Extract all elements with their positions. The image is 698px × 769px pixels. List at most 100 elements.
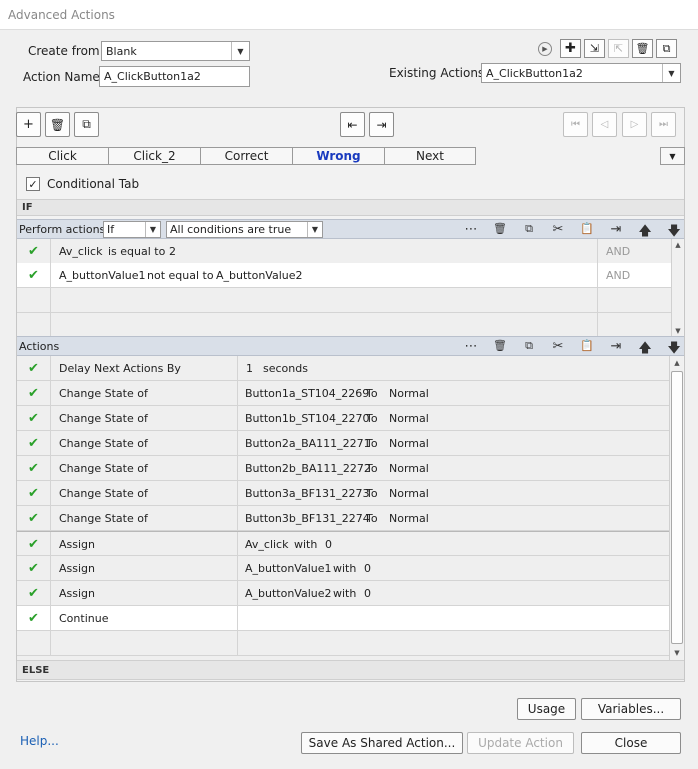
copy-action-row-icon[interactable]: ⧉ [520,339,538,353]
conditional-tab-checkbox[interactable]: ✓ [26,177,40,191]
paste-condition-icon[interactable]: 📋 [578,222,596,235]
existing-actions-value: A_ClickButton1a2 [486,67,583,80]
new-action-icon[interactable]: ✚ [560,39,581,58]
update-action-button[interactable]: Update Action [467,732,574,754]
import-action-icon[interactable]: ⇲ [584,39,605,58]
variables-button[interactable]: Variables... [581,698,681,720]
cut-action-row-icon[interactable]: ✂ [549,339,567,354]
delete-action-icon[interactable]: 🗑 [632,39,653,58]
preview-play-icon[interactable]: ▶ [538,42,552,56]
action-mid: To [366,462,378,475]
condition-row[interactable]: ✔ A_buttonValue1 not equal to A_buttonVa… [17,263,671,288]
action-value: Normal [389,387,429,400]
checkmark-icon: ✔ [17,381,51,405]
help-link[interactable]: Help... [20,734,59,748]
move-decision-left-icon[interactable]: ⇤ [340,112,365,137]
condition-left: A_buttonValue1 [59,269,146,282]
action-target: Button3a_BF131_2273 [245,487,370,500]
scroll-thumb[interactable] [671,371,683,644]
action-row[interactable]: ✔ Assign A_buttonValue2 with 0 [17,581,669,606]
empty-check-cell [17,631,51,655]
tabs-overflow-button[interactable]: ▼ [660,147,685,165]
close-button[interactable]: Close [581,732,681,754]
existing-actions-select[interactable]: A_ClickButton1a2 ▼ [481,63,681,83]
condition-row[interactable]: ✔ Av_click is equal to 2 AND [17,239,671,264]
action-row[interactable]: ✔ Continue [17,606,669,631]
next-decision-icon[interactable]: ▷ [622,112,647,137]
condition-left: Av_click [59,245,103,258]
delete-action-row-icon[interactable]: 🗑 [491,339,509,352]
paste-action-row-icon[interactable]: 📋 [578,339,596,352]
create-from-label: Create from: [28,44,104,58]
action-type: Assign [59,538,95,551]
action-mid: To [366,387,378,400]
action-type: Assign [59,562,95,575]
cut-condition-icon[interactable]: ✂ [549,222,567,237]
scroll-up-icon[interactable]: ▲ [672,239,684,251]
actions-scrollbar[interactable]: ▲ ▼ [669,356,683,660]
perform-mode-select[interactable]: If ▼ [103,221,161,238]
column-divider [237,406,238,430]
tab-correct[interactable]: Correct [200,147,293,165]
add-decision-icon[interactable]: + [16,112,41,137]
checkmark-icon: ✔ [17,406,51,430]
action-row[interactable]: ✔ Assign Av_click with 0 [17,531,669,556]
action-name-label: Action Name: [23,70,104,84]
action-row[interactable]: ✔ Change State of Button1a_ST104_2269 To… [17,381,669,406]
scroll-up-icon[interactable]: ▲ [670,357,684,369]
first-decision-icon[interactable]: ⏮ [563,112,588,137]
column-divider [597,239,598,263]
copy-condition-icon[interactable]: ⧉ [520,222,538,236]
conditions-scrollbar[interactable]: ▲ ▼ [671,239,683,337]
action-row[interactable]: ✔ Change State of Button1b_ST104_2270 To… [17,406,669,431]
insert-condition-icon[interactable]: ⋯ [462,222,480,237]
action-row-empty[interactable] [17,631,669,656]
actions-toolbar: Actions ⋯ 🗑 ⧉ ✂ 📋 ⇥ 🡅 🡇 [17,336,684,356]
action-type: Delay Next Actions By [59,362,181,375]
condition-logic: AND [606,245,631,258]
action-row[interactable]: ✔ Change State of Button2b_BA111_2272 To… [17,456,669,481]
tab-next[interactable]: Next [384,147,476,165]
action-type: Change State of [59,462,148,475]
insert-action-icon[interactable]: ⋯ [462,339,480,354]
copy-decision-icon[interactable]: ⧉ [74,112,99,137]
action-row[interactable]: ✔ Change State of Button2a_BA111_2271 To… [17,431,669,456]
duplicate-action-icon[interactable]: ⧉ [656,39,677,58]
else-section-header: ELSE [17,660,684,680]
export-action-icon[interactable]: ⇱ [608,39,629,58]
action-mid: with [294,538,318,551]
action-target: Button1a_ST104_2269 [245,387,370,400]
tab-wrong[interactable]: Wrong [292,147,385,165]
insert-row-icon[interactable]: ⇥ [607,222,625,237]
tab-click[interactable]: Click [16,147,109,165]
move-decision-right-icon[interactable]: ⇥ [369,112,394,137]
action-row[interactable]: ✔ Delay Next Actions By 1 seconds [17,356,669,381]
delete-decision-icon[interactable]: 🗑 [45,112,70,137]
action-target: Button1b_ST104_2270 [245,412,370,425]
action-name-field[interactable]: A_ClickButton1a2 [99,66,250,87]
action-target: A_buttonValue2 [245,587,332,600]
create-from-select[interactable]: Blank ▼ [101,41,250,61]
action-row[interactable]: ✔ Assign A_buttonValue1 with 0 [17,556,669,581]
action-mid: seconds [263,362,308,375]
action-target: 1 [246,362,253,375]
checkmark-icon: ✔ [17,506,51,530]
tab-click-2[interactable]: Click_2 [108,147,201,165]
action-value: 0 [364,562,371,575]
delete-condition-icon[interactable]: 🗑 [491,222,509,235]
action-row[interactable]: ✔ Change State of Button3a_BF131_2273 To… [17,481,669,506]
action-mid: To [366,437,378,450]
last-decision-icon[interactable]: ⏭ [651,112,676,137]
condition-row-empty[interactable] [17,288,671,313]
action-row[interactable]: ✔ Change State of Button3b_BF131_2274 To… [17,506,669,531]
usage-button[interactable]: Usage [517,698,576,720]
conditions-mode-select[interactable]: All conditions are true ▼ [166,221,323,238]
save-shared-action-button[interactable]: Save As Shared Action... [301,732,463,754]
column-divider [237,481,238,505]
prev-decision-icon[interactable]: ◁ [592,112,617,137]
condition-row-empty[interactable] [17,313,671,337]
action-target: Button2b_BA111_2272 [245,462,371,475]
action-value: Normal [389,462,429,475]
scroll-down-icon[interactable]: ▼ [670,647,684,659]
insert-action-row-icon[interactable]: ⇥ [607,339,625,354]
